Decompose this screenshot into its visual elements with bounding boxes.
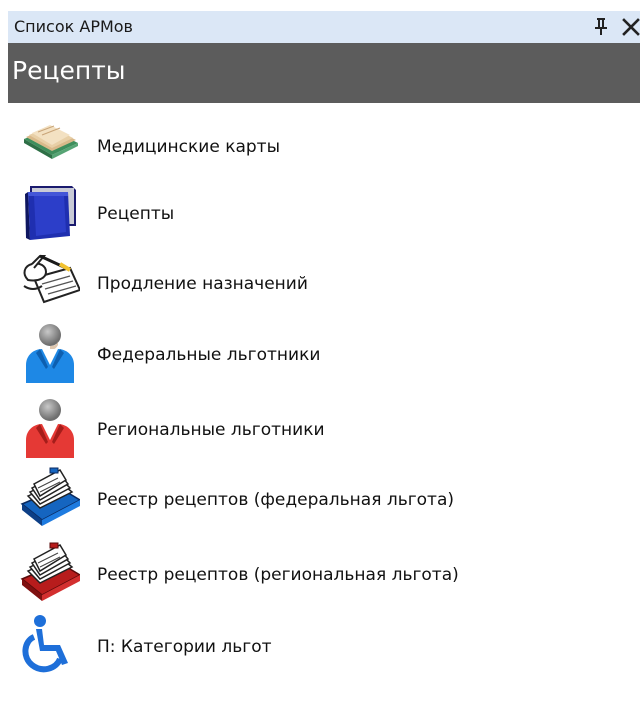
list-item-prolong-prescriptions[interactable]: Продление назначений xyxy=(20,250,540,312)
list-item-benefit-categories[interactable]: П: Категории льгот xyxy=(20,613,540,675)
close-icon[interactable] xyxy=(620,15,640,39)
list-item-label: Медицинские карты xyxy=(97,137,280,157)
list-item-registry-regional[interactable]: Реестр рецептов (региональная льгота) xyxy=(20,541,540,603)
medical-cards-icon xyxy=(20,113,80,175)
list-item-regional-beneficiaries[interactable]: Региональные льготники xyxy=(20,396,540,458)
person-blue-icon xyxy=(20,321,80,383)
list-item-label: Федеральные льготники xyxy=(97,345,321,365)
list-item-federal-beneficiaries[interactable]: Федеральные льготники xyxy=(20,321,540,383)
arm-list-panel: Список АРМов Рецепты Медицинские карты Р… xyxy=(0,0,640,706)
list-item-registry-federal[interactable]: Реестр рецептов (федеральная льгота) xyxy=(20,466,540,528)
list-item-label: Реестр рецептов (федеральная льгота) xyxy=(97,490,454,510)
list-item-label: П: Категории льгот xyxy=(97,637,272,657)
list-item-label: Региональные льготники xyxy=(97,420,325,440)
list-item-label: Рецепты xyxy=(97,204,175,224)
section-header: Рецепты xyxy=(8,43,640,103)
pin-icon[interactable] xyxy=(591,15,611,39)
card-file-red-icon xyxy=(20,541,80,603)
folder-icon xyxy=(20,180,80,242)
list-item-recipes[interactable]: Рецепты xyxy=(20,180,540,242)
card-file-blue-icon xyxy=(20,466,80,528)
person-red-icon xyxy=(20,396,80,458)
panel-titlebar: Список АРМов xyxy=(8,11,640,43)
panel-title: Список АРМов xyxy=(14,17,133,36)
wheelchair-icon xyxy=(20,613,80,675)
list-item-medical-cards[interactable]: Медицинские карты xyxy=(20,113,540,175)
list-item-label: Реестр рецептов (региональная льгота) xyxy=(97,565,459,585)
section-title: Рецепты xyxy=(12,56,126,85)
list-item-label: Продление назначений xyxy=(97,274,308,294)
writing-hand-icon xyxy=(20,250,80,312)
